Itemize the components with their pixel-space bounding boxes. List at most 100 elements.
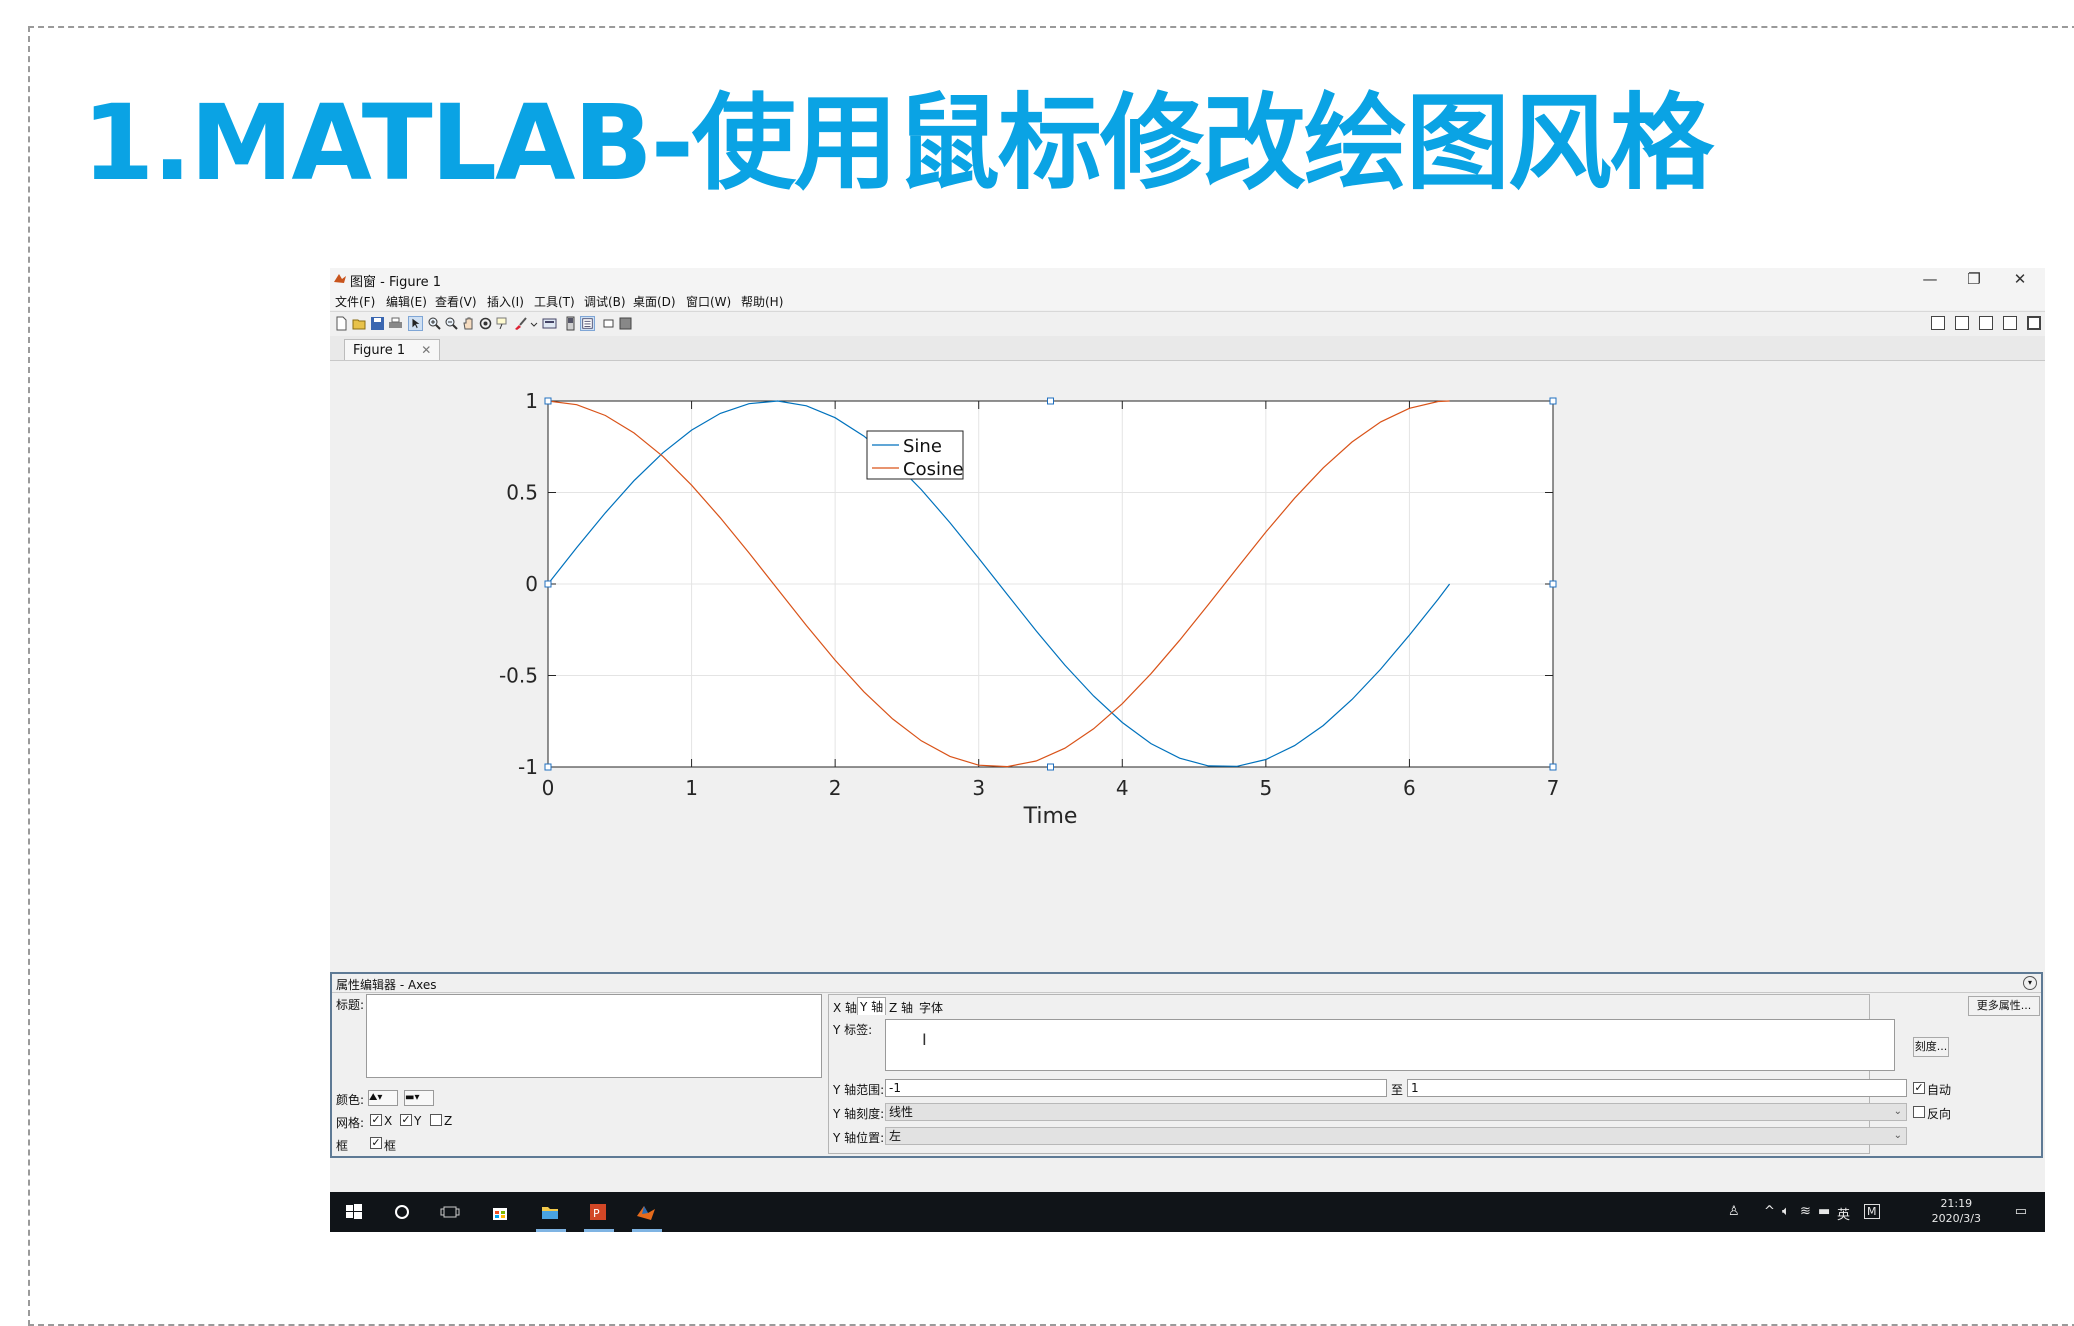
axis-properties-panel: X 轴 Y 轴 Z 轴 字体 Y 标签: I 刻度... Y 轴范围: -1 至… xyxy=(828,994,1951,1154)
active-app-indicator xyxy=(632,1229,662,1232)
ime-indicator[interactable]: 英 xyxy=(1837,1204,1850,1223)
x-tick-label: 7 xyxy=(1547,776,1560,800)
chevron-down-icon[interactable] xyxy=(530,316,538,331)
window-titlebar: 图窗 - Figure 1 — ❐ ✕ xyxy=(330,268,2045,290)
new-figure-icon[interactable] xyxy=(334,316,349,331)
rotate-3d-icon[interactable] xyxy=(478,316,493,331)
hide-plot-tools-icon[interactable] xyxy=(601,316,616,331)
restore-button[interactable]: ❐ xyxy=(1959,268,1989,290)
menu-file[interactable]: 文件(F) xyxy=(335,293,375,310)
maximize-layout-icon[interactable] xyxy=(2027,316,2041,330)
menu-help[interactable]: 帮助(H) xyxy=(741,293,783,310)
y-scale-label: Y 轴刻度: xyxy=(833,1107,885,1121)
y-label-textbox[interactable]: I xyxy=(885,1019,1895,1071)
colorbar-icon[interactable] xyxy=(563,316,578,331)
legend-label-cosine: Cosine xyxy=(903,459,963,480)
tab-y-axis[interactable]: Y 轴 xyxy=(857,997,887,1015)
task-view-icon[interactable] xyxy=(440,1202,460,1222)
people-icon[interactable]: ♙ xyxy=(1728,1204,1740,1219)
y-tick-label: 0.5 xyxy=(506,481,538,505)
tab-close-icon[interactable]: ✕ xyxy=(421,343,431,357)
powerpoint-icon[interactable]: P xyxy=(588,1202,608,1222)
file-explorer-icon[interactable] xyxy=(540,1202,560,1222)
auto-checkbox[interactable]: ✓ xyxy=(1913,1082,1925,1094)
data-cursor-icon[interactable] xyxy=(495,316,510,331)
cortana-icon[interactable] xyxy=(392,1202,412,1222)
top-bottom-layout-icon[interactable] xyxy=(1978,316,1993,330)
store-icon[interactable] xyxy=(490,1202,510,1222)
menu-window[interactable]: 窗口(W) xyxy=(686,293,731,310)
face-color-picker[interactable]: ⛰▾ xyxy=(368,1090,398,1106)
tab-font[interactable]: 字体 xyxy=(919,999,943,1016)
windows-start-icon[interactable] xyxy=(344,1202,364,1222)
matlab-app-icon xyxy=(333,271,347,285)
grid-layout-icon[interactable] xyxy=(1930,316,1945,330)
left-right-layout-icon[interactable] xyxy=(1954,316,1969,330)
line-chart[interactable]: 0 1 2 3 4 5 6 7 -1 -0.5 0 0.5 1 Time SineCosine xyxy=(330,361,2045,941)
tab-figure-1[interactable]: Figure 1 ✕ xyxy=(344,339,441,360)
menu-debug[interactable]: 调试(B) xyxy=(584,293,626,310)
selection-handle xyxy=(1047,397,1054,405)
window-title: 图窗 - Figure 1 xyxy=(350,275,442,290)
selection-handle xyxy=(544,763,552,771)
wifi-icon[interactable]: ≋ xyxy=(1800,1204,1811,1219)
link-plot-icon[interactable] xyxy=(542,316,557,331)
save-icon[interactable] xyxy=(370,316,385,331)
minimize-button[interactable]: — xyxy=(1915,268,1945,290)
close-button[interactable]: ✕ xyxy=(2005,268,2035,290)
x-axis-label: Time xyxy=(1023,804,1078,829)
select-arrow-icon[interactable] xyxy=(408,316,423,331)
ime-mode-icon[interactable]: M xyxy=(1864,1204,1880,1219)
box-label: 框 xyxy=(336,1139,349,1153)
chevron-up-icon[interactable]: ^ xyxy=(1764,1204,1775,1219)
grid-z-checkbox[interactable] xyxy=(430,1114,442,1126)
volume-icon[interactable]: 🔈︎ xyxy=(1782,1204,1790,1219)
grid-x-checkbox[interactable]: ✓ xyxy=(370,1114,382,1126)
brush-icon[interactable] xyxy=(513,316,528,331)
figure-toolbar xyxy=(330,311,2045,337)
menu-desktop[interactable]: 桌面(D) xyxy=(633,293,676,310)
edge-color-picker[interactable]: ▬▾ xyxy=(404,1090,434,1106)
zoom-in-icon[interactable] xyxy=(427,316,442,331)
notification-icon[interactable]: ▭ xyxy=(2015,1204,2027,1219)
tab-z-axis[interactable]: Z 轴 xyxy=(889,999,913,1016)
print-icon[interactable] xyxy=(388,316,403,331)
grid-z-label: Z xyxy=(444,1114,453,1128)
y-scale-value: 线性 xyxy=(889,1105,914,1119)
y-scale-dropdown[interactable]: 线性 ⌄ xyxy=(885,1103,1907,1121)
y-range-max-input[interactable]: 1 xyxy=(1407,1079,1907,1097)
float-layout-icon[interactable] xyxy=(2002,316,2017,330)
reverse-checkbox[interactable] xyxy=(1913,1106,1925,1118)
show-plot-tools-icon[interactable] xyxy=(618,316,633,331)
selection-handle xyxy=(1549,763,1557,771)
taskbar-clock[interactable]: 21:19 2020/3/3 xyxy=(1932,1196,1981,1226)
pan-hand-icon[interactable] xyxy=(461,316,476,331)
battery-icon[interactable]: ▬ xyxy=(1818,1204,1830,1219)
tab-x-axis[interactable]: X 轴 xyxy=(833,999,857,1016)
menu-tools[interactable]: 工具(T) xyxy=(534,293,575,310)
title-textbox[interactable] xyxy=(366,994,822,1078)
property-editor: 属性编辑器 - Axes ▾ 标题: 颜色: ⛰▾ ▬▾ 网格: ✓ X ✓ Y… xyxy=(330,972,2043,1158)
x-tick-label: 5 xyxy=(1259,776,1272,800)
zoom-out-icon[interactable] xyxy=(444,316,459,331)
grid-y-checkbox[interactable]: ✓ xyxy=(400,1114,412,1126)
y-range-label: Y 轴范围: xyxy=(833,1083,885,1097)
more-properties-button[interactable]: 更多属性... xyxy=(1968,996,2040,1016)
menu-edit[interactable]: 编辑(E) xyxy=(386,293,427,310)
y-location-dropdown[interactable]: 左 ⌄ xyxy=(885,1127,1907,1145)
grid-y-label: Y xyxy=(414,1114,422,1128)
menu-insert[interactable]: 插入(I) xyxy=(487,293,524,310)
ticks-button[interactable]: 刻度... xyxy=(1913,1037,1949,1057)
box-checkbox[interactable]: ✓ xyxy=(370,1137,382,1149)
open-file-icon[interactable] xyxy=(352,316,367,331)
collapse-icon[interactable]: ▾ xyxy=(2023,976,2037,990)
y-range-min-input[interactable]: -1 xyxy=(885,1079,1387,1097)
box-checkbox-label: 框 xyxy=(384,1139,397,1153)
y-range-to-label: 至 xyxy=(1391,1083,1404,1097)
menu-bar: 文件(F) 编辑(E) 查看(V) 插入(I) 工具(T) 调试(B) 桌面(D… xyxy=(330,290,2045,327)
menu-view[interactable]: 查看(V) xyxy=(435,293,477,310)
matlab-icon[interactable] xyxy=(636,1202,656,1222)
legend-icon[interactable] xyxy=(580,316,595,331)
chevron-down-icon: ⌄ xyxy=(1893,1106,1902,1117)
property-editor-title: 属性编辑器 - Axes xyxy=(336,978,437,992)
